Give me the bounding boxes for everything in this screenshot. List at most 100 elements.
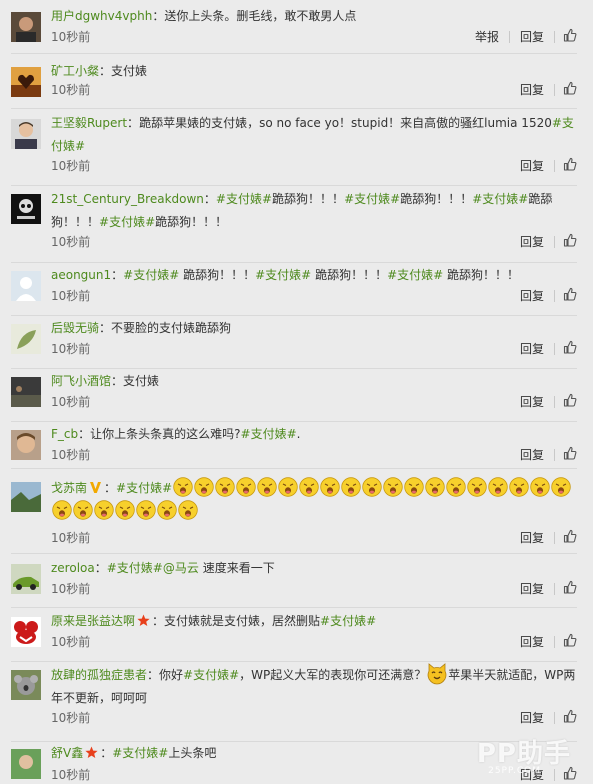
avatar[interactable] (11, 324, 41, 354)
hashtag-link[interactable]: #支付婊# (241, 427, 297, 441)
username-link[interactable]: 王坚毅Rupert (51, 116, 127, 130)
hashtag-link[interactable]: #支付婊# (183, 668, 239, 682)
colon-separator: ： (99, 321, 112, 335)
comment-text: 跪舔狗！！！ (400, 192, 473, 206)
username-link[interactable]: F_cb (51, 427, 78, 441)
comment-actions: 回复 (510, 446, 577, 463)
comment-time: 10秒前 (51, 83, 91, 97)
hashtag-link[interactable]: #支付婊# (216, 192, 272, 206)
comment-time: 10秒前 (51, 342, 91, 356)
crying-face-emoji-icon (445, 477, 466, 497)
like-button[interactable] (555, 580, 577, 597)
hashtag-link[interactable]: #支付婊# (123, 268, 179, 282)
username-link[interactable]: 戈苏南 (51, 481, 87, 495)
username-link[interactable]: 21st_Century_Breakdown (51, 192, 204, 206)
reply-button[interactable]: 回复 (510, 340, 554, 357)
reply-button[interactable]: 回复 (510, 287, 554, 304)
avatar[interactable] (11, 430, 41, 460)
username-link[interactable]: 矿工小粲 (51, 64, 99, 78)
thumbs-up-icon (563, 446, 577, 463)
like-button[interactable] (555, 446, 577, 463)
comment-time: 10秒前 (51, 30, 91, 44)
hashtag-link[interactable]: #支付婊# (472, 192, 528, 206)
username-link[interactable]: 舒V鑫 (51, 746, 83, 760)
username-link[interactable]: 阿飞小酒馆 (51, 374, 111, 388)
thumbs-up-icon (563, 580, 577, 597)
username-link[interactable]: 原来是张益达啊 (51, 614, 135, 628)
hashtag-link[interactable]: #支付婊# (344, 192, 400, 206)
comment-divider (11, 661, 577, 662)
like-button[interactable] (555, 529, 577, 546)
username-link[interactable]: 后毁无骑 (51, 321, 99, 335)
avatar[interactable] (11, 271, 41, 301)
comment-text: 上头条吧 (168, 746, 217, 760)
like-button[interactable] (555, 393, 577, 410)
comment-divider (11, 185, 577, 186)
crying-face-emoji-icon (466, 477, 487, 497)
username-link[interactable]: 用户dgwhv4vphh (51, 9, 152, 23)
reply-button[interactable]: 回复 (510, 446, 554, 463)
avatar[interactable] (11, 12, 41, 42)
hashtag-link[interactable]: #支付婊# (112, 746, 168, 760)
avatar[interactable] (11, 67, 41, 97)
reply-button[interactable]: 回复 (510, 580, 554, 597)
comment-divider (11, 108, 577, 109)
colon-separator: ： (78, 427, 91, 441)
reply-button[interactable]: 回复 (510, 633, 554, 650)
like-button[interactable] (555, 633, 577, 650)
colon-separator: ： (111, 268, 124, 282)
like-button[interactable] (555, 287, 577, 304)
like-button[interactable] (555, 81, 577, 98)
colon-separator: ： (203, 192, 216, 206)
comment-content: 矿工小粲：支付婊 (51, 60, 581, 83)
hashtag-link[interactable]: #支付婊# (387, 268, 443, 282)
comment-content: zeroloa：#支付婊#@马云 速度来看一下 (51, 557, 581, 580)
username-link[interactable]: 放肆的孤独症患者 (51, 668, 147, 682)
avatar[interactable] (11, 194, 41, 224)
reply-button[interactable]: 回复 (510, 393, 554, 410)
like-button[interactable] (555, 157, 577, 174)
avatar[interactable] (11, 670, 41, 700)
star-badge-icon (85, 744, 98, 758)
crying-face-emoji-icon (193, 477, 214, 497)
comment-content: aeongun1：#支付婊# 跪舔狗！！！#支付婊# 跪舔狗！！！#支付婊# 跪… (51, 264, 581, 287)
username-link[interactable]: zeroloa (51, 561, 95, 575)
watermark-brand: PP助手 (476, 739, 571, 769)
like-button[interactable] (555, 28, 577, 45)
comment-actions: 举报 回复 (465, 28, 577, 45)
reply-button[interactable]: 回复 (510, 81, 554, 98)
username-link[interactable]: aeongun1 (51, 268, 111, 282)
reply-button[interactable]: 回复 (510, 233, 554, 250)
avatar[interactable] (11, 617, 41, 647)
avatar[interactable] (11, 564, 41, 594)
avatar[interactable] (11, 119, 41, 149)
hashtag-link[interactable]: #支付婊# (320, 614, 376, 628)
crying-face-emoji-icon (72, 500, 93, 520)
crying-face-emoji-icon (214, 477, 235, 497)
like-button[interactable] (555, 233, 577, 250)
comment-text: . (296, 427, 301, 441)
comment-text: 跪舔狗！！！ (179, 268, 256, 282)
like-button[interactable] (555, 709, 577, 726)
crying-face-emoji-icon (298, 477, 319, 497)
comment-text: 跪舔狗！！！ (443, 268, 520, 282)
hashtag-link[interactable]: #支付婊# (116, 481, 172, 495)
avatar[interactable] (11, 377, 41, 407)
report-button[interactable]: 举报 (465, 28, 509, 45)
comment-time: 10秒前 (51, 582, 91, 596)
reply-button[interactable]: 回复 (510, 28, 554, 45)
hashtag-link[interactable]: #支付婊# (107, 561, 163, 575)
vip-badge-icon (89, 479, 102, 493)
like-button[interactable] (555, 340, 577, 357)
comment-time: 10秒前 (51, 448, 91, 462)
thumbs-up-icon (563, 81, 577, 98)
reply-button[interactable]: 回复 (510, 157, 554, 174)
mention-link[interactable]: @马云 (163, 561, 199, 575)
avatar[interactable] (11, 749, 41, 779)
avatar[interactable] (11, 482, 41, 512)
hashtag-link[interactable]: #支付婊# (99, 215, 155, 229)
reply-button[interactable]: 回复 (510, 709, 554, 726)
hashtag-link[interactable]: #支付婊# (255, 268, 311, 282)
thumbs-up-icon (563, 233, 577, 250)
reply-button[interactable]: 回复 (510, 529, 554, 546)
